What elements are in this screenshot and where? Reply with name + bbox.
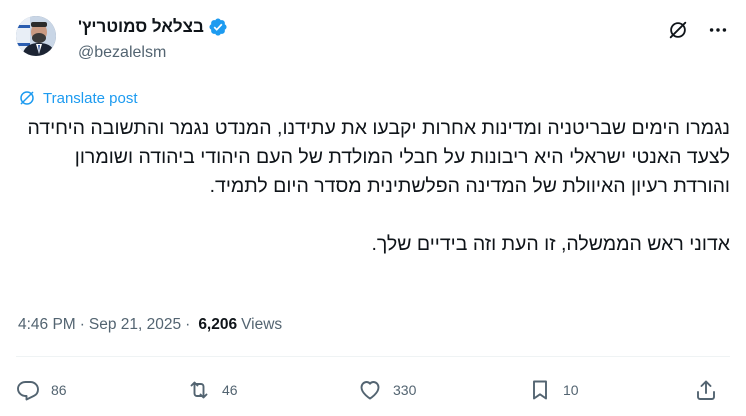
reply-icon	[17, 381, 39, 401]
repost-icon	[190, 381, 208, 399]
reply-button[interactable]: 86	[16, 372, 67, 408]
like-count: 330	[393, 382, 417, 398]
meta-separator: ·	[185, 316, 191, 333]
translate-globe-icon	[20, 91, 34, 105]
author-avatar[interactable]	[16, 16, 56, 56]
header-actions	[666, 18, 730, 42]
share-icon	[697, 380, 715, 400]
post-time[interactable]: 4:46 PM	[18, 316, 76, 334]
more-dots-icon[interactable]	[706, 18, 730, 42]
bookmark-button[interactable]: 10	[528, 372, 579, 408]
views-count[interactable]: 6,206	[198, 316, 237, 334]
avatar-image	[16, 16, 56, 56]
author-names: בצלאל סמוטריץ' @bezalelsm	[78, 14, 228, 62]
verified-badge-icon[interactable]	[208, 17, 228, 37]
repost-button[interactable]: 46	[187, 372, 238, 408]
repost-count: 46	[222, 382, 238, 398]
author-display-name[interactable]: בצלאל סמוטריץ'	[78, 17, 204, 37]
heart-icon	[360, 381, 380, 400]
post-header: בצלאל סמוטריץ' @bezalelsm	[16, 14, 730, 68]
tweet-text: נגמרו הימים שבריטניה ומדינות אחרות יקבעו…	[27, 117, 731, 255]
divider	[16, 356, 730, 357]
post-date[interactable]: Sep 21, 2025	[89, 316, 181, 334]
translate-post-link[interactable]: Translate post	[18, 89, 138, 107]
post-meta: 4:46 PM · Sep 21, 2025 · 6,206 Views	[18, 316, 282, 334]
grok-icon[interactable]	[666, 18, 690, 42]
share-button[interactable]	[694, 372, 729, 408]
bookmark-icon	[533, 380, 547, 400]
bookmark-count: 10	[563, 382, 579, 398]
author-handle[interactable]: @bezalelsm	[78, 44, 228, 62]
meta-separator: ·	[79, 316, 85, 333]
like-button[interactable]: 330	[358, 372, 416, 408]
action-bar: 86 46 330 10	[16, 372, 730, 408]
views-label: Views	[241, 316, 283, 333]
reply-count: 86	[51, 382, 67, 398]
translate-post-label: Translate post	[43, 89, 138, 107]
display-name-row: בצלאל סמוטריץ'	[78, 14, 228, 40]
